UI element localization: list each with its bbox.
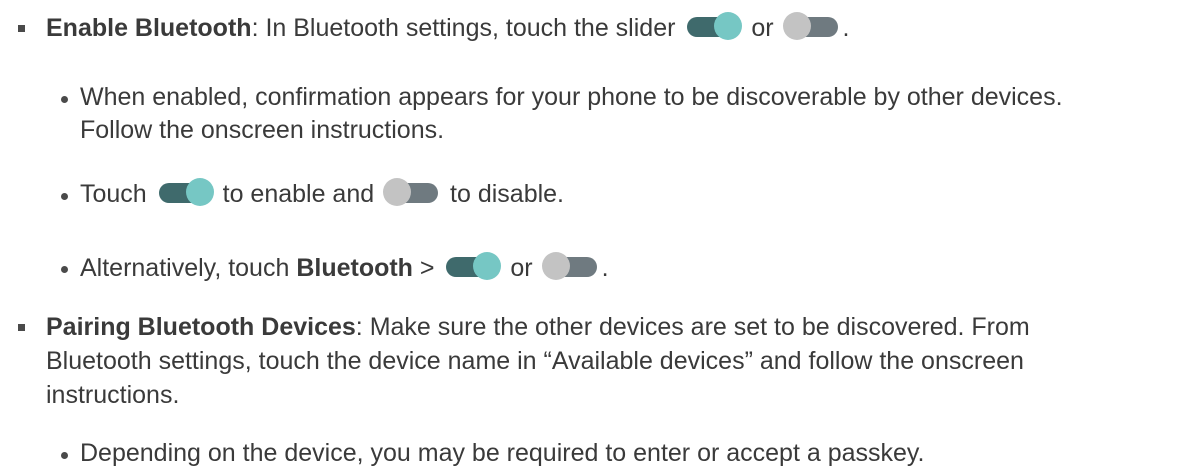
period-text: . <box>842 14 850 42</box>
pairing-text: : Make sure the other devices are set to… <box>355 313 1030 341</box>
enable-sub1-line2: Follow the onscreen instructions. <box>80 116 445 144</box>
pairing-title: Pairing Bluetooth Devices <box>46 313 356 341</box>
square-bullet <box>18 25 25 32</box>
or-text: or <box>503 254 540 282</box>
pairing-line1: Pairing Bluetooth Devices: Make sure the… <box>46 312 1030 342</box>
alternatively-text: Alternatively, touch <box>80 254 297 282</box>
toggle-off-icon <box>383 178 441 206</box>
round-bullet <box>61 96 68 103</box>
enable-bluetooth-text: : In Bluetooth settings, touch the slide… <box>251 14 683 42</box>
to-disable-text: to disable. <box>443 180 565 208</box>
toggle-off-icon <box>541 252 600 280</box>
enable-bluetooth-item: Enable Bluetooth: In Bluetooth settings,… <box>46 12 849 43</box>
enable-sub3: Alternatively, touch Bluetooth > or . <box>80 252 609 283</box>
enable-sub2: Touch to enable and to disable. <box>80 178 564 209</box>
bluetooth-bold: Bluetooth <box>296 254 413 282</box>
toggle-off-icon <box>782 12 841 40</box>
gt-text: > <box>412 254 442 282</box>
round-bullet <box>61 452 68 459</box>
to-enable-text: to enable and <box>215 180 382 208</box>
square-bullet <box>18 324 25 331</box>
pairing-sub1: Depending on the device, you may be requ… <box>80 439 925 467</box>
round-bullet <box>61 193 68 200</box>
toggle-on-icon <box>156 178 214 206</box>
pairing-line3: instructions. <box>46 381 180 409</box>
or-text: or <box>744 14 781 42</box>
round-bullet <box>61 266 68 273</box>
toggle-on-icon <box>443 252 502 280</box>
period-text: . <box>601 254 609 282</box>
enable-sub1-line1: When enabled, confirmation appears for y… <box>80 83 1063 111</box>
toggle-on-icon <box>684 12 743 40</box>
touch-text: Touch <box>80 180 154 208</box>
enable-bluetooth-title: Enable Bluetooth <box>46 14 252 42</box>
pairing-line2: Bluetooth settings, touch the device nam… <box>46 347 1024 375</box>
